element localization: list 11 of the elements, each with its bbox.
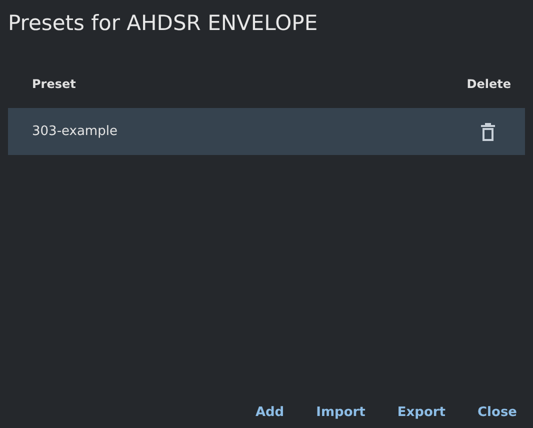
column-header: Delete bbox=[466, 76, 511, 93]
dialog-button[interactable]: Add bbox=[245, 398, 294, 426]
dialog-button[interactable]: Import bbox=[306, 398, 376, 426]
dialog-title: Presets for AHDSR ENVELOPE bbox=[7, 10, 319, 37]
dialog-button[interactable]: Export bbox=[387, 398, 456, 426]
dialog-button[interactable]: Close bbox=[468, 398, 527, 426]
delete-button[interactable] bbox=[481, 122, 495, 140]
preset-name: 303-example bbox=[32, 122, 118, 141]
preset-row[interactable]: 303-example bbox=[8, 108, 525, 155]
column-header: Preset bbox=[32, 76, 76, 93]
trash-icon bbox=[481, 122, 495, 140]
